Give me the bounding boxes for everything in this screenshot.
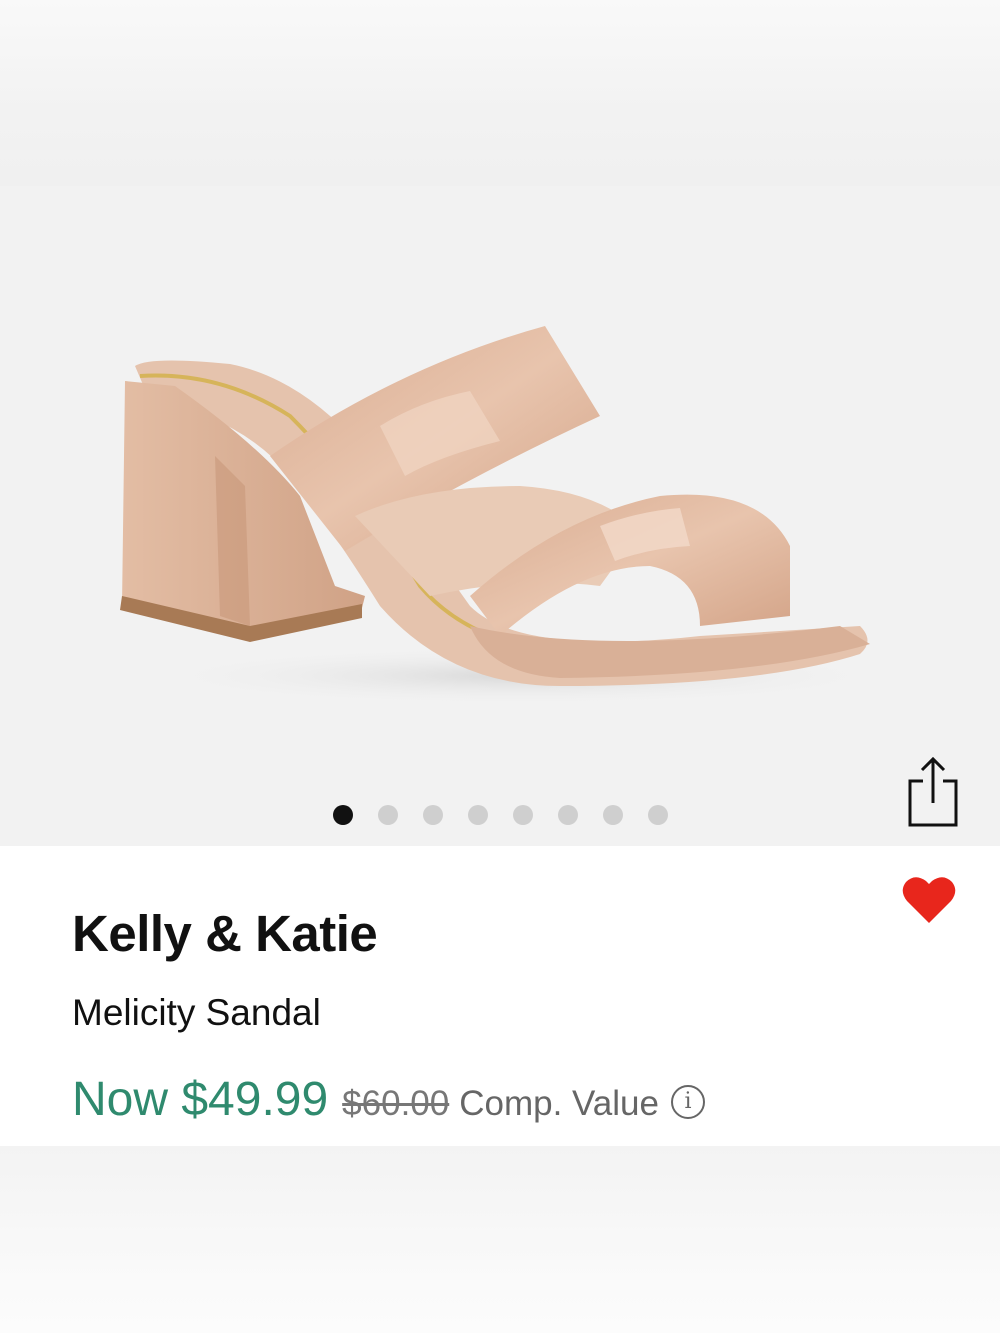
original-price: $60.00	[342, 1084, 450, 1123]
top-blurred-area	[0, 0, 1000, 186]
gallery-dot-1[interactable]	[333, 805, 353, 825]
share-icon	[908, 756, 958, 827]
sale-price: Now $49.99	[72, 1073, 329, 1126]
gallery-pagination-dots[interactable]	[333, 805, 668, 825]
info-icon[interactable]: i	[670, 1084, 705, 1119]
share-button[interactable]	[905, 755, 961, 829]
product-image-gallery[interactable]	[0, 186, 1000, 846]
heart-icon	[902, 877, 956, 923]
gallery-dot-3[interactable]	[423, 805, 443, 825]
gallery-dot-2[interactable]	[378, 805, 398, 825]
gallery-dot-7[interactable]	[603, 805, 623, 825]
favorite-button[interactable]	[902, 875, 956, 925]
gallery-dot-8[interactable]	[648, 805, 668, 825]
product-brand[interactable]: Kelly & Katie	[72, 904, 378, 963]
gallery-dot-5[interactable]	[513, 805, 533, 825]
bottom-blurred-area	[0, 1146, 1000, 1333]
gallery-dot-4[interactable]	[468, 805, 488, 825]
product-info-panel: Kelly & Katie Melicity Sandal Now $49.99…	[0, 846, 1000, 1146]
price-row: Now $49.99 $60.00 Comp. Value i	[72, 1072, 705, 1127]
gallery-dot-6[interactable]	[558, 805, 578, 825]
product-name: Melicity Sandal	[72, 992, 321, 1033]
comp-value-label: Comp. Value	[459, 1084, 659, 1123]
product-image-sandal	[120, 326, 900, 706]
